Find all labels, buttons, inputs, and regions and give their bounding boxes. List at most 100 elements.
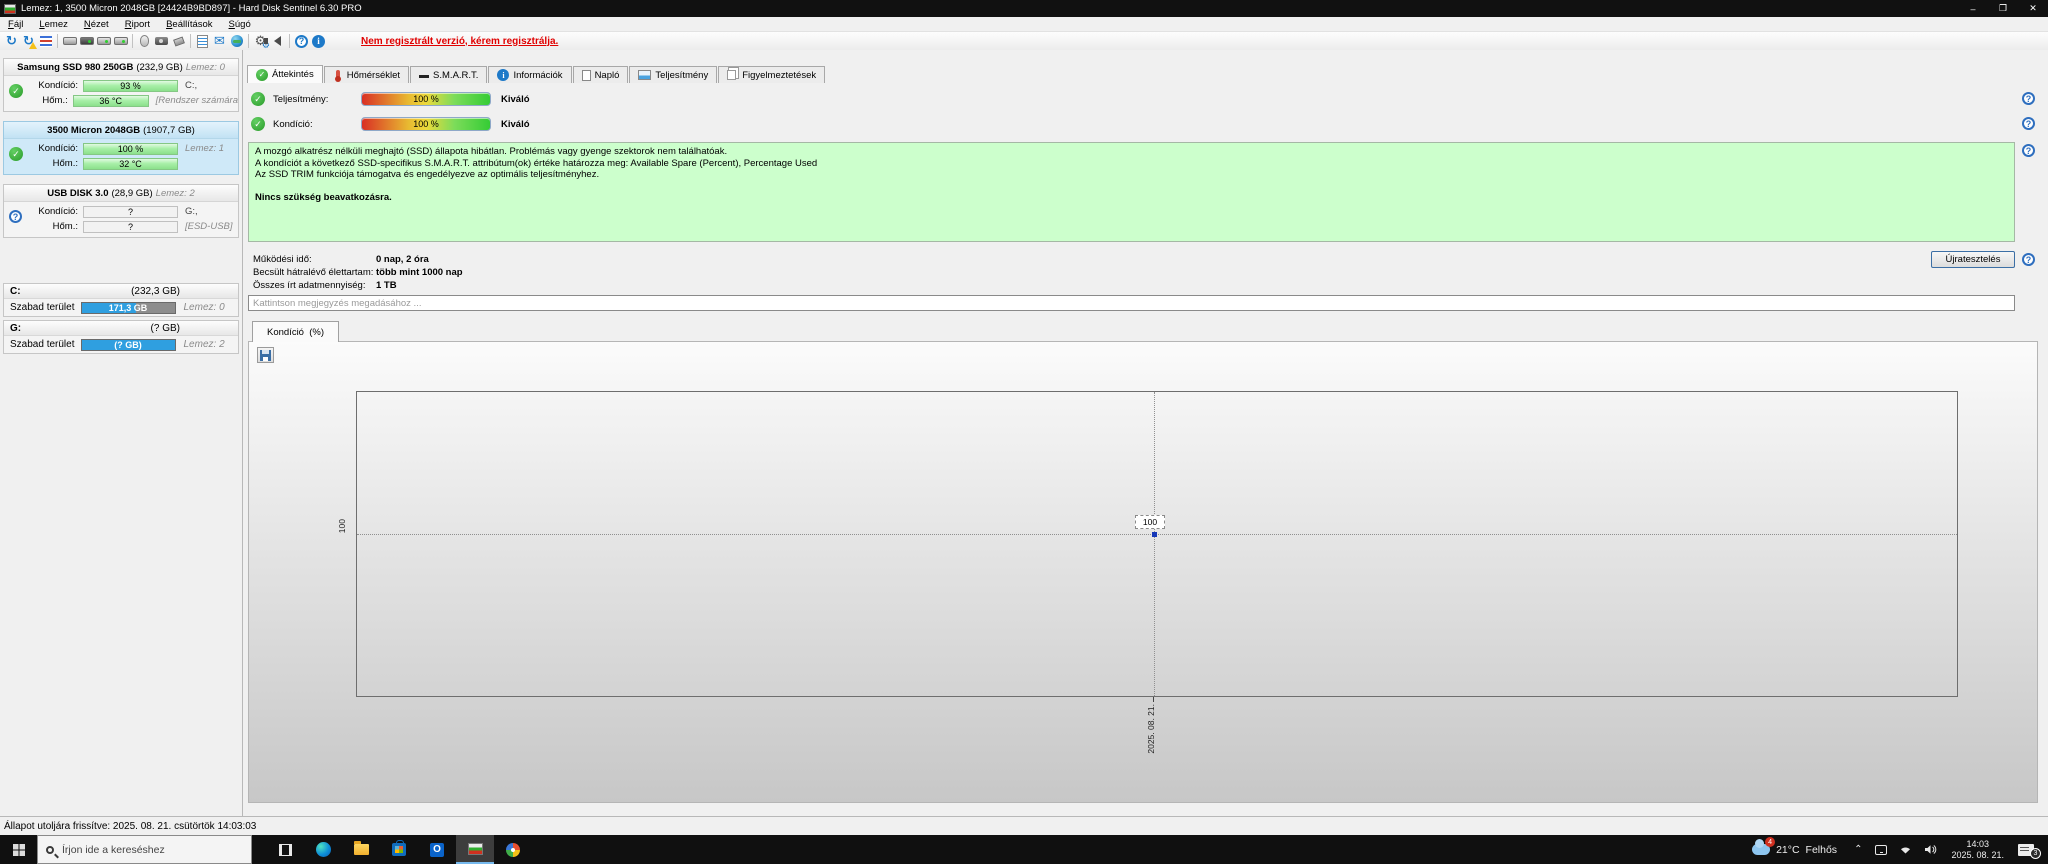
description-line: A kondíciót a következő SSD-specifikus S… [255, 157, 818, 169]
title-bar: Lemez: 1, 3500 Micron 2048GB [24424B9BD8… [0, 0, 2048, 17]
save-chart-button[interactable] [257, 347, 274, 363]
page-icon [581, 69, 591, 81]
task-view-button[interactable] [266, 835, 304, 864]
retest-button[interactable]: Újratesztelés [1931, 251, 2015, 268]
usb-device-icon[interactable] [170, 34, 187, 49]
disk-number: Lemez: 0 [183, 302, 225, 313]
taskbar-clock[interactable]: 14:03 2025. 08. 21. [1943, 839, 2012, 861]
toolbar: ↻ ↻ ✉ ⚙ ⚙ ? i Nem regisztrált verzió, kér… [0, 32, 2048, 50]
notification-center-icon[interactable]: 3 [2018, 843, 2041, 859]
free-space-bar: 171,3 GB [80, 301, 176, 314]
condition-bar: 100 % [361, 117, 491, 131]
pages-icon [727, 70, 737, 80]
taskbar-app-store[interactable] [380, 835, 418, 864]
disk-card-usb[interactable]: USB DISK 3.0 (28,9 GB) Lemez: 2 Kondíció… [3, 184, 239, 238]
mouse-icon[interactable] [136, 34, 153, 49]
notes-icon[interactable] [194, 34, 211, 49]
taskbar-app-hdsentinel[interactable] [456, 835, 494, 864]
help-icon[interactable] [2022, 253, 2035, 266]
menu-report[interactable]: Riport [117, 18, 158, 31]
register-link[interactable]: Nem regisztrált verzió, kérem regisztrál… [361, 36, 558, 47]
taskbar-app-outlook[interactable]: O [418, 835, 456, 864]
store-icon [392, 840, 406, 856]
search-icon [46, 845, 54, 854]
temp-bar: ? [83, 220, 178, 233]
disk-card-micron[interactable]: 3500 Micron 2048GB (1907,7 GB) Kondíció:… [3, 121, 239, 175]
free-space-bar: (? GB) [80, 338, 176, 351]
ok-icon [251, 92, 265, 106]
tab-performance[interactable]: Teljesítmény [629, 66, 718, 83]
data-point-label: 100 [1135, 515, 1165, 529]
partition-size: (? GB) [150, 322, 180, 334]
clock-time: 14:03 [1966, 838, 1989, 849]
weather-widget[interactable]: 4 21°C Felhős [1742, 835, 1847, 864]
menu-settings[interactable]: Beállítások [158, 18, 220, 31]
volume-label: [ESD-USB] [185, 221, 233, 232]
disk-name: 3500 Micron 2048GB [47, 124, 141, 136]
help-icon[interactable] [2022, 117, 2035, 130]
taskbar-app-edge[interactable] [304, 835, 342, 864]
help-icon[interactable]: ? [293, 34, 310, 49]
help-icon[interactable] [2022, 92, 2035, 105]
taskbar-app-explorer[interactable] [342, 835, 380, 864]
tab-smart[interactable]: S.M.A.R.T. [410, 66, 488, 83]
report-icon[interactable] [37, 34, 54, 49]
condition-label: Kondíció: [38, 206, 78, 217]
cloud-icon: 4 [1752, 837, 1776, 855]
tab-warnings[interactable]: Figyelmeztetések [718, 66, 826, 83]
history-tab-condition[interactable]: Kondíció (%) [252, 321, 340, 342]
disk-green2-icon[interactable] [112, 34, 129, 49]
volume-icon[interactable] [1918, 844, 1943, 855]
email-icon[interactable]: ✉ [211, 34, 228, 49]
camera-icon[interactable] [153, 34, 170, 49]
wifi-icon[interactable] [1893, 844, 1918, 855]
condition-bar: 100 % [83, 142, 178, 155]
description-line: Az SSD TRIM funkciója támogatva és enged… [255, 169, 600, 180]
tab-log[interactable]: Napló [572, 66, 629, 83]
disk-green-icon[interactable] [95, 34, 112, 49]
tab-temperature[interactable]: Hőmérséklet [323, 66, 410, 83]
disk-dark-icon[interactable] [78, 34, 95, 49]
check-icon [256, 68, 268, 81]
tab-overview[interactable]: Áttekintés [247, 65, 323, 83]
edge-icon [315, 842, 331, 857]
performance-label: Teljesítmény: [273, 93, 329, 105]
partition-card-g[interactable]: G: (? GB) Szabad terület (? GB) Lemez: 2 [3, 320, 239, 354]
stat-value: 0 nap, 2 óra [376, 254, 429, 265]
minimize-button[interactable]: – [1958, 0, 1988, 17]
menu-file[interactable]: Fájl [0, 18, 31, 31]
menu-view[interactable]: Nézet [76, 18, 117, 31]
comment-input[interactable] [248, 295, 2015, 311]
disk-size: (1907,7 GB) [143, 124, 195, 136]
main-panel: Áttekintés Hőmérséklet S.M.A.R.T. Inform… [243, 50, 2042, 816]
refresh-icon[interactable]: ↻ [3, 34, 20, 49]
info-icon[interactable]: i [310, 34, 327, 49]
close-button[interactable]: ✕ [2018, 0, 2048, 17]
maximize-button[interactable]: ❐ [1988, 0, 2018, 17]
taskbar-search[interactable]: Írjon ide a kereséshez [37, 835, 252, 864]
start-button[interactable] [0, 835, 37, 864]
network-icon[interactable] [228, 34, 245, 49]
partition-card-c[interactable]: C: (232,3 GB) Szabad terület 171,3 GB Le… [3, 283, 239, 317]
stat-value: több mint 1000 nap [376, 267, 463, 278]
stat-label: Becsült hátralévő élettartam: [253, 267, 374, 278]
x-axis-tick: 2025. 08. 21. [1146, 704, 1156, 754]
disk-card-samsung[interactable]: Samsung SSD 980 250GB (232,9 GB) Lemez: … [3, 58, 239, 112]
tray-expand-chevron-icon[interactable]: ⌃ [1847, 844, 1869, 855]
menu-disk[interactable]: Lemez [31, 18, 76, 31]
sound-icon[interactable] [264, 34, 286, 49]
reanalyse-warning-icon[interactable]: ↻ [20, 34, 37, 49]
disk-name: Samsung SSD 980 250GB [17, 61, 134, 73]
connect-tray-icon[interactable] [1869, 844, 1893, 855]
help-icon[interactable] [2022, 144, 2035, 157]
menu-help[interactable]: Súgó [221, 18, 259, 31]
smart-icon [419, 74, 430, 78]
performance-row: Teljesítmény: 100 % Kiváló [243, 90, 530, 108]
description-line: A mozgó alkatrész nélküli meghajtó (SSD)… [255, 146, 728, 157]
volume-label: [Rendszer számára [155, 95, 238, 106]
notification-badge: 3 [2030, 847, 2041, 859]
taskbar-app-paint[interactable] [494, 835, 532, 864]
paint-icon [506, 842, 520, 857]
disk-gray-icon[interactable] [61, 34, 78, 49]
tab-information[interactable]: Információk [488, 66, 572, 83]
